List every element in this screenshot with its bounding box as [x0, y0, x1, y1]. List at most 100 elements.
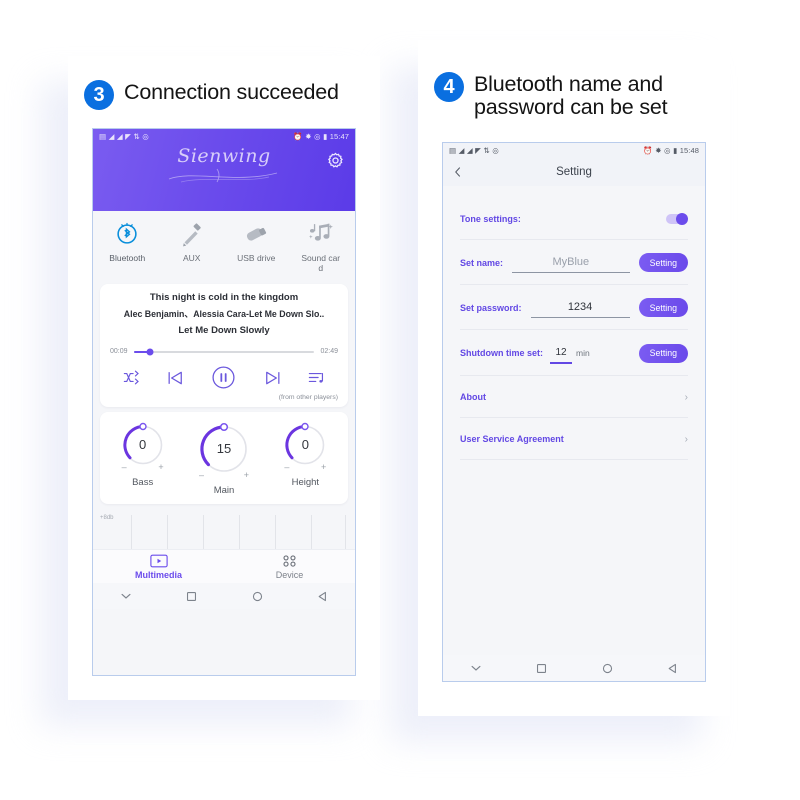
chevron-right-icon: › [684, 433, 688, 445]
right-step-panel: 4 Bluetooth name and password can be set… [390, 40, 730, 742]
statusbar-left-icons: ▤ ◢ ◢ ◤ ⇅ ◎ [99, 133, 149, 141]
battery-icon: ▮ [673, 145, 678, 155]
source-label: Sound card [301, 253, 341, 274]
right-step-heading: 4 Bluetooth name and password can be set [434, 72, 668, 119]
row-shutdown-time[interactable]: Shutdown time set: 12 min Setting [460, 330, 688, 376]
circle-icon[interactable] [251, 590, 264, 603]
gps-icon: ◎ [314, 131, 321, 141]
gps-icon: ◎ [664, 145, 671, 155]
signal-2-icon: ◢ [466, 145, 473, 155]
pause-icon[interactable] [209, 363, 238, 392]
set-password-setting-button[interactable]: Setting [638, 298, 688, 317]
left-statusbar: ▤ ◢ ◢ ◤ ⇅ ◎ ⏰ ✸ ◎ ▮ 15:47 [93, 129, 355, 144]
track-line-3: Let Me Down Slowly [178, 325, 270, 337]
right-phone-frame: ▤ ◢ ◢ ◤ ⇅ ◎ ⏰ ✸ ◎ ▮ 15:48 Setting Tone s… [442, 142, 706, 682]
next-track-icon[interactable] [263, 368, 283, 388]
height-knob-dial[interactable] [282, 422, 328, 468]
bluetooth-icon [113, 219, 141, 249]
source-aux[interactable]: AUX [160, 219, 225, 273]
data-transfer-icon: ⇅ [133, 131, 140, 141]
brand-swirl-decoration [168, 168, 278, 183]
previous-track-icon[interactable] [165, 368, 185, 388]
seek-handle[interactable] [146, 348, 154, 356]
source-bluetooth[interactable]: Bluetooth [95, 219, 160, 273]
source-usb-drive[interactable]: USB drive [224, 219, 289, 273]
knob-bass[interactable]: 0 – + Bass [120, 422, 166, 496]
wifi-icon: ◤ [475, 145, 481, 155]
sim-card-icon: ▤ [449, 145, 457, 155]
left-step-heading: 3 Connection succeeded [84, 80, 339, 110]
tab-device[interactable]: Device [224, 554, 355, 580]
row-user-service-agreement[interactable]: User Service Agreement › [460, 418, 688, 460]
statusbar-right-icons: ⏰ ✸ ◎ ▮ 15:48 [643, 146, 699, 155]
gear-icon[interactable] [326, 151, 345, 170]
sim-card-icon: ▤ [99, 131, 107, 141]
statusbar-right-icons: ⏰ ✸ ◎ ▮ 15:47 [293, 132, 349, 141]
set-password-value: 1234 [567, 301, 593, 313]
tab-multimedia[interactable]: Multimedia [93, 554, 224, 580]
source-selector-row: Bluetooth AUX USB drive Sound card [93, 211, 355, 280]
source-label: USB drive [237, 253, 276, 263]
row-set-name[interactable]: Set name: MyBlue Setting [460, 240, 688, 285]
chevron-down-icon[interactable] [469, 661, 483, 675]
height-label: Height [291, 477, 320, 489]
aux-plug-icon [178, 219, 206, 249]
tab-label: Device [275, 570, 304, 581]
statusbar-time: 15:48 [679, 146, 699, 155]
row-label: Set name: [460, 257, 504, 268]
brand-text: Sienwing [177, 145, 271, 167]
row-label: User Service Agreement [460, 434, 564, 444]
battery-icon: ▮ [323, 131, 328, 141]
knob-height[interactable]: 0 – + Height [282, 422, 328, 496]
alarm-icon: ⏰ [293, 131, 303, 141]
left-phone-frame: ▤ ◢ ◢ ◤ ⇅ ◎ ⏰ ✸ ◎ ▮ 15:47 Sienwing Bluet… [92, 128, 356, 676]
shutdown-time-setting-button[interactable]: Setting [638, 343, 688, 363]
toggle-knob [676, 213, 688, 225]
back-chevron-icon[interactable] [452, 166, 464, 178]
step-title: Connection succeeded [124, 80, 339, 104]
shutdown-time-value: 12 [555, 347, 567, 358]
square-icon[interactable] [185, 590, 198, 603]
row-about[interactable]: About › [460, 376, 688, 418]
chevron-down-icon[interactable] [119, 589, 133, 603]
track-line-2: Alec Benjamin、Alessia Cara-Let Me Down S… [123, 309, 325, 320]
elapsed-time: 00:09 [110, 348, 128, 356]
equalizer-graph[interactable]: +8db [93, 509, 355, 550]
bass-knob-dial[interactable] [120, 422, 166, 468]
signal-1-icon: ◢ [458, 145, 465, 155]
set-name-value: MyBlue [552, 256, 590, 268]
main-knob-dial[interactable] [197, 422, 251, 476]
player-controls [100, 357, 348, 394]
row-label: Shutdown time set: [460, 348, 543, 358]
back-triangle-icon[interactable] [316, 590, 329, 603]
chevron-right-icon: › [684, 391, 688, 403]
source-sound-card[interactable]: Sound card [289, 219, 354, 273]
shutdown-time-input[interactable]: 12 [550, 342, 572, 364]
row-label: About [460, 392, 486, 402]
seek-bar-row[interactable]: 00:09 02:49 [100, 342, 348, 357]
duration-time: 02:49 [320, 348, 338, 356]
player-card: This night is cold in the kingdom Alec B… [100, 284, 348, 408]
back-triangle-icon[interactable] [666, 662, 679, 675]
row-label: Set password: [460, 302, 522, 313]
row-set-password[interactable]: Set password: 1234 Setting [460, 285, 688, 330]
equalizer-gridlines [93, 509, 355, 550]
signal-2-icon: ◢ [116, 131, 123, 141]
seek-bar[interactable] [133, 348, 315, 356]
set-name-setting-button[interactable]: Setting [638, 253, 688, 272]
data-transfer-icon: ⇅ [483, 145, 490, 155]
step-number-badge: 4 [434, 72, 464, 102]
tab-label: Multimedia [134, 570, 182, 581]
playlist-icon[interactable] [307, 368, 326, 387]
tone-settings-toggle[interactable] [666, 213, 688, 225]
row-tone-settings[interactable]: Tone settings: [460, 198, 688, 240]
circle-icon[interactable] [601, 662, 614, 675]
set-password-input[interactable]: 1234 [530, 297, 630, 318]
shuffle-icon[interactable] [122, 368, 141, 387]
grid-device-icon [281, 554, 298, 568]
media-play-icon [149, 554, 168, 568]
square-icon[interactable] [535, 662, 548, 675]
bass-label: Bass [132, 477, 154, 489]
set-name-input[interactable]: MyBlue [512, 252, 630, 273]
knob-main[interactable]: 15 – + Main [197, 422, 251, 496]
